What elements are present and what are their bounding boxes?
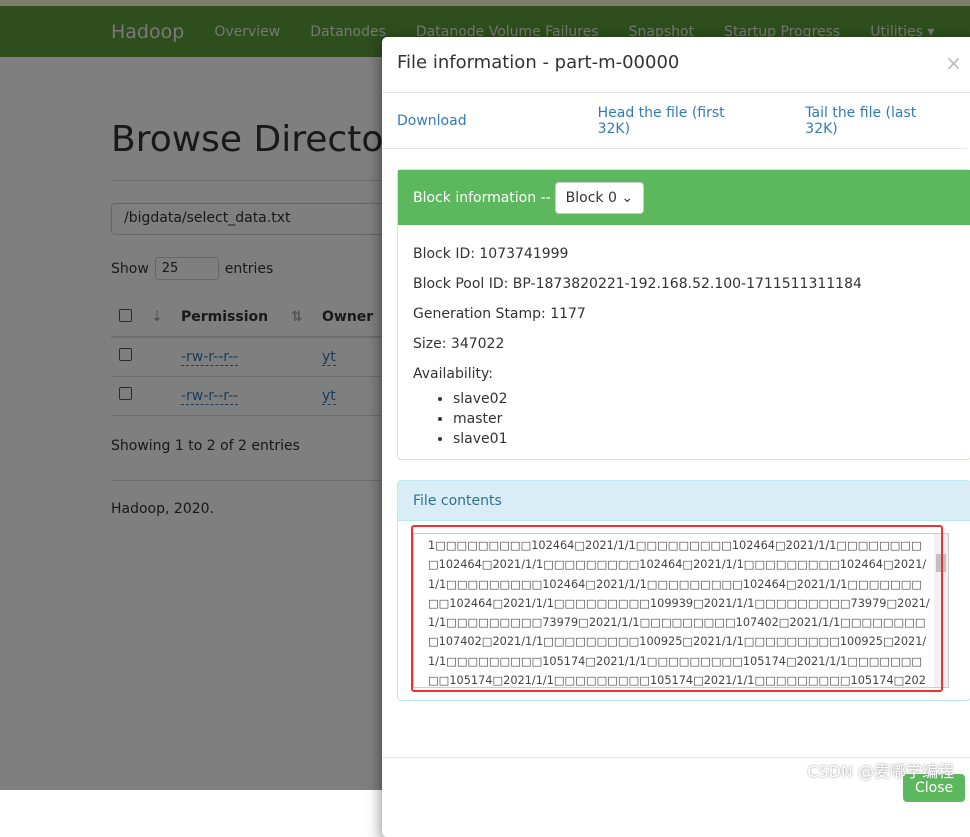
- block-pool-id: Block Pool ID: BP-1873820221-192.168.52.…: [413, 276, 862, 292]
- scrollbar-thumb[interactable]: [936, 554, 946, 572]
- file-actions: Download Head the file (first 32K) Tail …: [382, 93, 967, 149]
- block-size: Size: 347022: [413, 336, 505, 352]
- block-info-body: Block ID: 1073741999 Block Pool ID: BP-1…: [398, 225, 970, 459]
- file-info-modal: File information - part-m-00000 × Downlo…: [382, 37, 970, 837]
- node-list: slave02 master slave01: [413, 389, 955, 449]
- file-contents-header: File contents: [398, 481, 970, 521]
- node-item: master: [453, 409, 955, 429]
- availability-label: Availability:: [413, 366, 494, 382]
- file-contents-textarea[interactable]: 1□□□□□□□□□102464□2021/1/1□□□□□□□□□102464…: [413, 533, 949, 688]
- node-item: slave02: [453, 389, 955, 409]
- close-icon[interactable]: ×: [945, 51, 962, 75]
- tail-file-link[interactable]: Tail the file (last 32K): [805, 105, 952, 137]
- watermark: CSDN @麦嘟学编程: [807, 762, 954, 781]
- block-select-value: Block 0: [565, 189, 617, 206]
- head-file-link[interactable]: Head the file (first 32K): [598, 105, 761, 137]
- modal-header: File information - part-m-00000 ×: [382, 37, 970, 93]
- block-info-header: Block information -- Block 0 ⌄: [398, 170, 970, 225]
- block-info-panel: Block information -- Block 0 ⌄ Block ID:…: [397, 169, 970, 460]
- block-select[interactable]: Block 0 ⌄: [554, 181, 645, 214]
- block-id: Block ID: 1073741999: [413, 246, 569, 262]
- file-contents-text: 1□□□□□□□□□102464□2021/1/1□□□□□□□□□102464…: [428, 539, 930, 688]
- download-link[interactable]: Download: [397, 113, 467, 129]
- file-contents-panel: File contents 1□□□□□□□□□102464□2021/1/1□…: [397, 480, 970, 701]
- node-item: slave01: [453, 429, 955, 449]
- scrollbar[interactable]: [934, 534, 948, 687]
- modal-title: File information - part-m-00000: [397, 52, 680, 73]
- block-info-label: Block information --: [413, 189, 551, 206]
- file-contents-body: 1□□□□□□□□□102464□2021/1/1□□□□□□□□□102464…: [398, 521, 970, 700]
- generation-stamp: Generation Stamp: 1177: [413, 306, 586, 322]
